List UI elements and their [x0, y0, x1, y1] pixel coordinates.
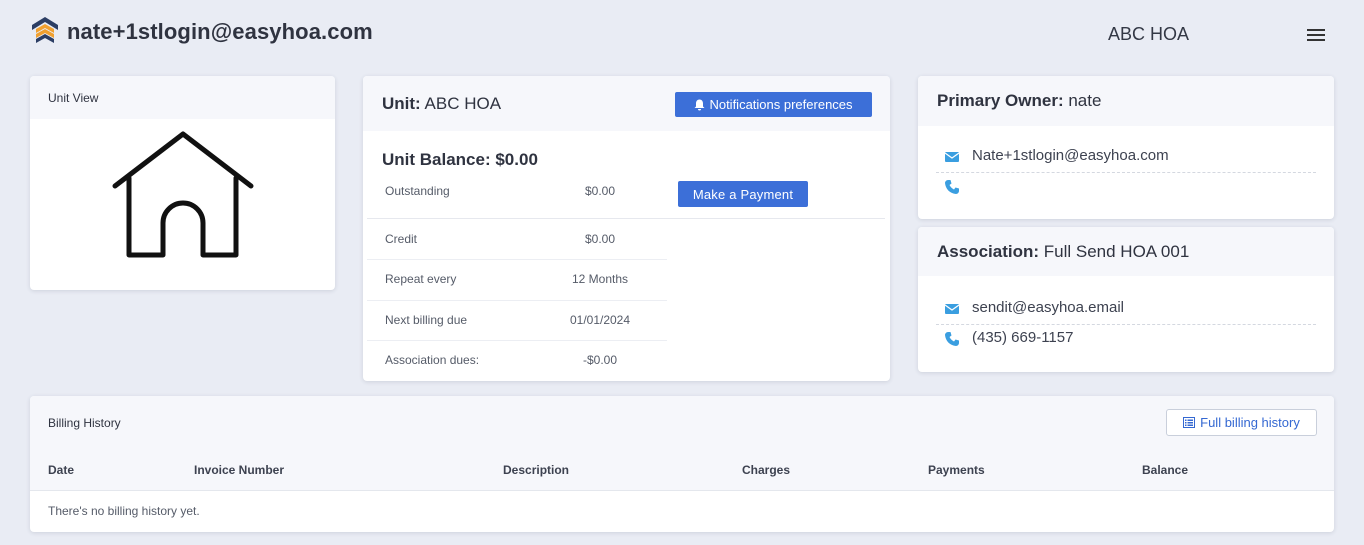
house-icon — [112, 131, 254, 258]
primary-owner-title: Primary Owner: nate — [937, 91, 1101, 111]
billing-history-title: Billing History — [48, 416, 121, 430]
balance-row-association-dues: Association dues: -$0.00 — [367, 341, 667, 381]
hamburger-menu-icon[interactable] — [1303, 26, 1329, 46]
balance-row-label: Association dues: — [385, 353, 480, 367]
balance-row-label: Outstanding — [385, 184, 450, 198]
unit-card: Unit: ABC HOA Notifications preferences … — [363, 76, 890, 381]
make-payment-button[interactable]: Make a Payment — [678, 181, 808, 207]
notifications-preferences-button[interactable]: Notifications preferences — [675, 92, 872, 117]
association-title: Association: Full Send HOA 001 — [937, 242, 1189, 262]
unit-view-title: Unit View — [48, 91, 99, 105]
top-header: nate+1stlogin@easyhoa.com ABC HOA — [0, 0, 1364, 66]
full-billing-history-button[interactable]: Full billing history — [1166, 409, 1317, 436]
balance-row-value: -$0.00 — [582, 353, 618, 367]
association-header: Association: Full Send HOA 001 — [918, 227, 1334, 276]
primary-owner-card: Primary Owner: nate Nate+1stlogin@easyho… — [918, 76, 1334, 219]
owner-email-row[interactable]: Nate+1stlogin@easyhoa.com — [936, 143, 1316, 173]
billing-history-card: Billing History Full billing history Dat… — [30, 396, 1334, 532]
balance-row-value: 12 Months — [571, 272, 629, 286]
balance-row-next-billing: Next billing due 01/01/2024 — [367, 300, 667, 341]
association-name: Full Send HOA 001 — [1043, 242, 1190, 261]
balance-row-label: Next billing due — [385, 313, 468, 327]
balance-row-value: 01/01/2024 — [569, 313, 631, 327]
column-header-description[interactable]: Description — [503, 463, 569, 477]
phone-icon — [945, 332, 959, 346]
envelope-icon — [944, 152, 960, 162]
balance-row-label: Credit — [385, 232, 418, 246]
balance-row-label: Repeat every — [385, 272, 457, 286]
account-email: nate+1stlogin@easyhoa.com — [67, 19, 373, 44]
primary-owner-label: Primary Owner: — [937, 91, 1064, 110]
list-icon — [1183, 417, 1196, 428]
balance-row-repeat: Repeat every 12 Months — [367, 260, 667, 301]
association-phone[interactable]: (435) 669-1157 — [972, 329, 1073, 346]
association-email[interactable]: sendit@easyhoa.email — [972, 299, 1124, 316]
balance-row-value: $0.00 — [584, 232, 616, 246]
unit-view-header: Unit View — [30, 76, 335, 119]
bell-icon — [694, 99, 705, 110]
unit-title-value: ABC HOA — [424, 94, 502, 113]
billing-history-header: Billing History Full billing history Dat… — [30, 396, 1334, 491]
column-header-date[interactable]: Date — [48, 463, 74, 477]
association-label: Association: — [937, 242, 1040, 261]
unit-balance-title: Unit Balance: $0.00 — [382, 150, 538, 169]
billing-empty-message: There's no billing history yet. — [48, 504, 200, 518]
full-billing-history-label: Full billing history — [1200, 415, 1300, 430]
balance-row-outstanding: Outstanding $0.00 — [367, 178, 667, 219]
association-card: Association: Full Send HOA 001 sendit@ea… — [918, 227, 1334, 372]
phone-icon — [945, 180, 959, 194]
primary-owner-name: nate — [1068, 91, 1102, 110]
owner-email[interactable]: Nate+1stlogin@easyhoa.com — [972, 147, 1169, 164]
balance-row-credit: Credit $0.00 — [367, 219, 667, 260]
primary-owner-header: Primary Owner: nate — [918, 76, 1334, 126]
association-phone-row[interactable]: (435) 669-1157 — [936, 325, 1316, 355]
unit-title: Unit: ABC HOA — [382, 94, 501, 114]
unit-card-header: Unit: ABC HOA Notifications preferences — [363, 76, 890, 131]
notifications-preferences-label: Notifications preferences — [709, 97, 853, 112]
envelope-icon — [944, 304, 960, 314]
association-email-row[interactable]: sendit@easyhoa.email — [936, 295, 1316, 325]
column-header-balance[interactable]: Balance — [1142, 463, 1188, 477]
owner-phone-row[interactable] — [936, 173, 1316, 203]
easyhoa-logo-icon — [32, 17, 58, 43]
hoa-name[interactable]: ABC HOA — [1108, 24, 1189, 45]
column-header-payments[interactable]: Payments — [928, 463, 985, 477]
unit-title-label: Unit: — [382, 94, 421, 113]
balance-row-value: $0.00 — [584, 184, 616, 198]
column-header-charges[interactable]: Charges — [742, 463, 790, 477]
column-header-invoice-number[interactable]: Invoice Number — [194, 463, 284, 477]
